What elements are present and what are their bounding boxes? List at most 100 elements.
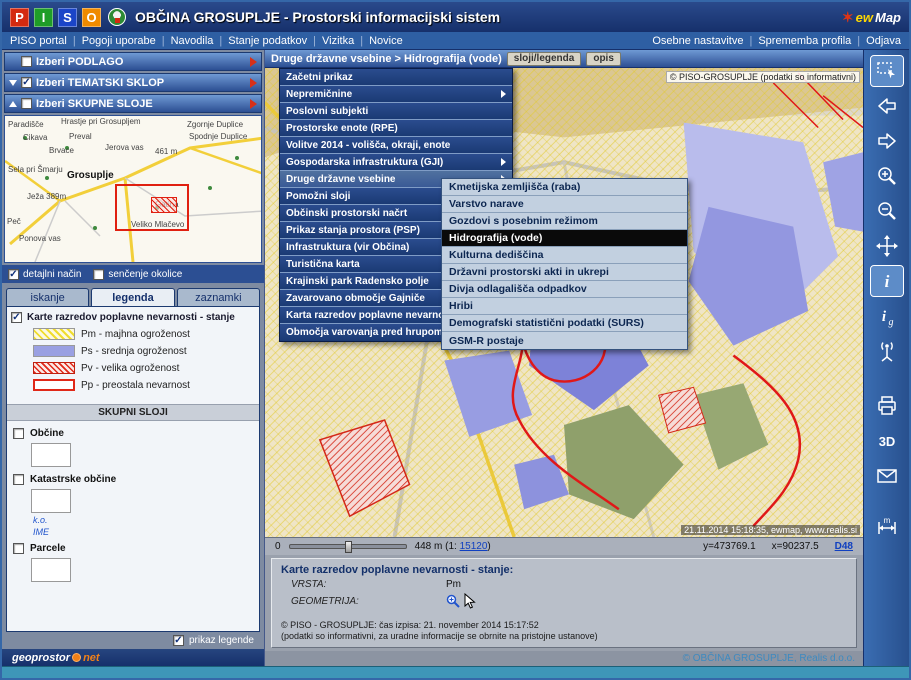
submenu-item-varstvo-narave[interactable]: Varstvo narave bbox=[442, 196, 687, 213]
zoom-out-icon[interactable] bbox=[871, 196, 903, 226]
legend-item-ps: Ps - srednja ogroženost bbox=[7, 343, 259, 360]
menu-item-label: Zavarovano območje Gajniče bbox=[286, 293, 425, 304]
katastrske-obcine-label: Katastrske občine bbox=[30, 474, 116, 485]
zoom-slider[interactable] bbox=[289, 544, 407, 549]
menu-item-label: Infrastruktura (vir Občina) bbox=[286, 242, 409, 253]
submenu-item-hidrografija[interactable]: Hidrografija (vode) bbox=[442, 230, 687, 247]
menu-item-poslovni-subjekti[interactable]: Poslovni subjekti bbox=[280, 103, 512, 120]
prikaz-legende-checkbox[interactable] bbox=[173, 635, 184, 646]
geoprostor-brand: geoprostor bbox=[12, 652, 70, 664]
sencenje-okolice-checkbox[interactable] bbox=[93, 269, 104, 280]
submenu-arrow-icon bbox=[501, 90, 506, 98]
bottom-strip bbox=[2, 666, 909, 678]
minimap-place: Sela pri Šmarju bbox=[8, 165, 63, 174]
menu-item-label: Prikaz stanja prostora (PSP) bbox=[286, 225, 420, 236]
minimap-place: Ježa 389m bbox=[27, 192, 66, 201]
print-icon[interactable] bbox=[871, 391, 903, 421]
submenu-item-demografski-podatki[interactable]: Demografski statistični podatki (SURS) bbox=[442, 315, 687, 332]
layer-parcele: Parcele bbox=[7, 538, 259, 584]
detajlni-nacin-label: detajlni način bbox=[23, 269, 81, 280]
pv-swatch-icon bbox=[33, 362, 75, 374]
pan-icon[interactable] bbox=[871, 231, 903, 261]
identify-layer-title: Karte razredov poplavne nevarnosti - sta… bbox=[281, 564, 847, 576]
podlago-checkbox[interactable] bbox=[21, 56, 32, 67]
menu-item-prostorske-enote[interactable]: Prostorske enote (RPE) bbox=[280, 120, 512, 137]
sloji-legenda-button[interactable]: sloji/legenda bbox=[507, 52, 582, 66]
legend-title-row: Karte razredov poplavne nevarnosti - sta… bbox=[7, 307, 259, 326]
zoom-slider-handle[interactable] bbox=[345, 541, 352, 553]
measure-icon[interactable]: m bbox=[871, 512, 903, 542]
minimap-place: Ponova vas bbox=[19, 234, 61, 243]
scale-prefix: 448 m (1: bbox=[415, 541, 460, 552]
menu-novice[interactable]: Novice bbox=[354, 35, 402, 47]
section-izberi-skupne-sloje[interactable]: Izberi SKUPNE SLOJE bbox=[4, 94, 262, 113]
minimap-place: Spodnje Duplice bbox=[189, 132, 247, 141]
menu-item-zacetni-prikaz[interactable]: Začetni prikaz bbox=[280, 69, 512, 86]
collapse-icon bbox=[9, 80, 17, 86]
tab-zaznamki[interactable]: zaznamki bbox=[177, 288, 260, 306]
geometrija-row: GEOMETRIJA: bbox=[281, 593, 847, 609]
opis-button[interactable]: opis bbox=[586, 52, 621, 66]
identify-tool[interactable]: i bbox=[871, 266, 903, 296]
menu-stanje-podatkov[interactable]: Stanje podatkov bbox=[213, 35, 307, 47]
prikaz-legende-label: prikaz legende bbox=[189, 635, 254, 646]
menu-pogoji-uporabe[interactable]: Pogoji uporabe bbox=[67, 35, 156, 47]
menubar-left-group: PISO portal Pogoji uporabe Navodila Stan… bbox=[10, 35, 403, 47]
overview-minimap[interactable]: Paradišče Hrastje pri Grosupljem Zgornje… bbox=[4, 115, 262, 263]
menu-navodila[interactable]: Navodila bbox=[156, 35, 214, 47]
submenu-item-drzavni-akti[interactable]: Državni prostorski akti in ukrepi bbox=[442, 264, 687, 281]
detajlni-nacin-checkbox[interactable] bbox=[8, 269, 19, 280]
menu-item-label: Območja varovanja pred hrupom bbox=[286, 327, 443, 338]
submenu-item-kulturna-dediscina[interactable]: Kulturna dediščina bbox=[442, 247, 687, 264]
mail-icon[interactable] bbox=[871, 461, 903, 491]
forward-arrow-icon[interactable] bbox=[871, 126, 903, 156]
identify-group-tool[interactable]: i g bbox=[871, 301, 903, 331]
datum-link[interactable]: D48 bbox=[835, 541, 853, 552]
scale-link[interactable]: 15120 bbox=[460, 541, 488, 552]
map-canvas[interactable]: © PISO-GROSUPLJE (podatki so informativn… bbox=[265, 68, 863, 537]
obcine-checkbox[interactable] bbox=[13, 428, 24, 439]
section-expand-icon bbox=[250, 99, 257, 109]
submenu-item-hribi[interactable]: Hribi bbox=[442, 298, 687, 315]
vrsta-value: Pm bbox=[446, 579, 461, 590]
katastrske-obcine-checkbox[interactable] bbox=[13, 474, 24, 485]
menu-piso-portal[interactable]: PISO portal bbox=[10, 35, 67, 47]
obcine-swatch bbox=[31, 443, 71, 467]
menu-osebne-nastavitve[interactable]: Osebne nastavitve bbox=[652, 35, 743, 47]
submenu-item-gsmr-postaje[interactable]: GSM-R postaje bbox=[442, 332, 687, 349]
menu-item-label: Prostorske enote (RPE) bbox=[286, 123, 398, 134]
legend-layer-checkbox[interactable] bbox=[11, 312, 22, 323]
piso-logo-letter-p: P bbox=[10, 8, 29, 27]
tab-iskanje[interactable]: iskanje bbox=[6, 288, 89, 306]
menu-odjava[interactable]: Odjava bbox=[851, 35, 901, 47]
gps-signal-icon[interactable] bbox=[871, 336, 903, 366]
zoom-in-icon[interactable] bbox=[871, 161, 903, 191]
bottom-copyright-row: © OBČINA GROSUPLJE, Realis d.o.o. bbox=[265, 651, 863, 666]
zoom-to-geometry-icon[interactable] bbox=[446, 594, 460, 608]
submenu-item-gozdovi[interactable]: Gozdovi s posebnim režimom bbox=[442, 213, 687, 230]
section-izberi-tematski-sklop[interactable]: Izberi TEMATSKI SKLOP bbox=[4, 73, 262, 92]
tematski-sklop-checkbox[interactable] bbox=[21, 77, 32, 88]
legend-panel: Karte razredov poplavne nevarnosti - sta… bbox=[6, 306, 260, 632]
app-title: OBČINA GROSUPLJE - Prostorski informacij… bbox=[135, 9, 500, 25]
submenu-item-kmetijska-zemljisca[interactable]: Kmetijska zemljišča (raba) bbox=[442, 179, 687, 196]
menu-item-label: Poslovni subjekti bbox=[286, 106, 368, 117]
back-arrow-icon[interactable] bbox=[871, 91, 903, 121]
submenu-item-divja-odlagalisca[interactable]: Divja odlagališča odpadkov bbox=[442, 281, 687, 298]
skupni-sloji-checkbox[interactable] bbox=[21, 98, 32, 109]
3d-view-icon[interactable]: 3D bbox=[871, 426, 903, 456]
menu-sprememba-profila[interactable]: Sprememba profila bbox=[743, 35, 851, 47]
parcele-checkbox[interactable] bbox=[13, 543, 24, 554]
menu-item-volitve-2014[interactable]: Volitve 2014 - volišča, okraji, enote bbox=[280, 137, 512, 154]
left-sidebar: Izberi PODLAGO Izberi TEMATSKI SKLOP Izb… bbox=[2, 50, 265, 666]
pm-swatch-icon bbox=[33, 328, 75, 340]
menu-item-gji[interactable]: Gospodarska infrastruktura (GJI) bbox=[280, 154, 512, 171]
select-region-tool[interactable] bbox=[871, 56, 903, 86]
legend-item-label: Pp - preostala nevarnost bbox=[81, 380, 190, 391]
sencenje-okolice-label: senčenje okolice bbox=[108, 269, 182, 280]
menu-vizitka[interactable]: Vizitka bbox=[307, 35, 354, 47]
minimap-place: Hrastje pri Grosupljem bbox=[61, 117, 141, 126]
tab-legenda[interactable]: legenda bbox=[91, 288, 174, 306]
menu-item-nepremicnine[interactable]: Nepremičnine bbox=[280, 86, 512, 103]
section-izberi-podlago[interactable]: Izberi PODLAGO bbox=[4, 52, 262, 71]
